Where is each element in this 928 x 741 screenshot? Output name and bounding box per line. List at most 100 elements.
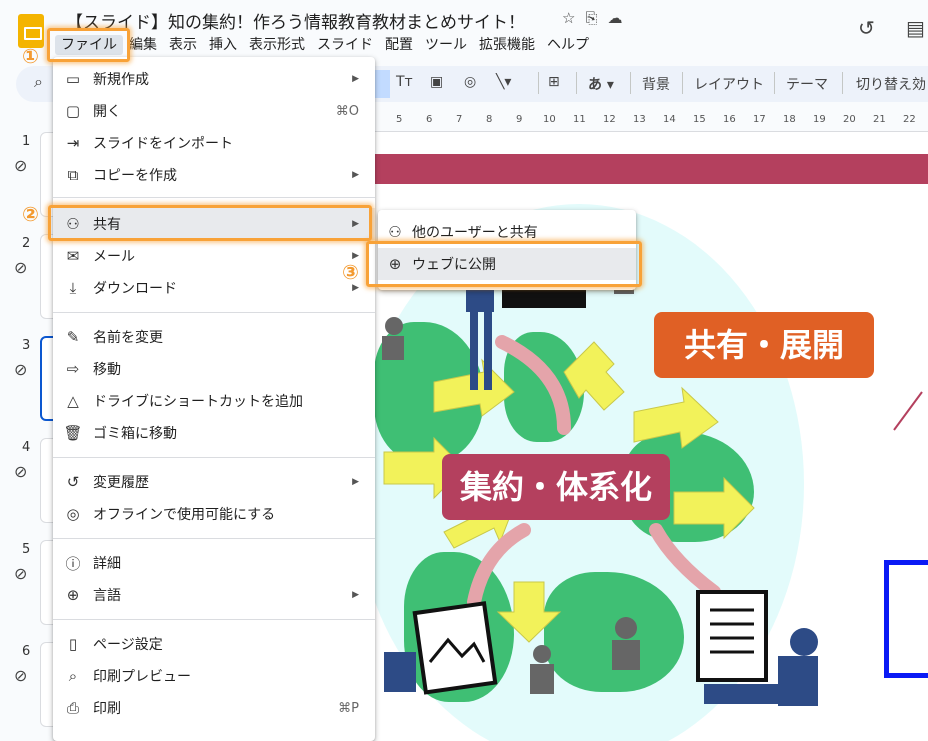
menu-item-rename[interactable]: ✎ 名前を変更 — [53, 321, 375, 353]
link-icon[interactable]: ⊘ — [14, 360, 27, 379]
menu-item-label: ゴミ箱に移動 — [93, 426, 177, 442]
cloud-status-icon[interactable]: ☁ — [607, 9, 622, 27]
menu-item-add-shortcut[interactable]: △ ドライブにショートカットを追加 — [53, 385, 375, 417]
menu-item-print[interactable]: ⎙ 印刷 ⌘P — [53, 692, 375, 724]
menu-item-import-slides[interactable]: ⇥ スライドをインポート — [53, 127, 375, 159]
horizontal-ruler[interactable]: 5 6 7 8 9 10 11 12 13 14 15 16 17 18 19 … — [374, 110, 928, 132]
title-icons: ☆ ⎘ ☁ — [562, 9, 622, 27]
history-icon: ↺ — [66, 473, 80, 491]
transition-button[interactable]: 切り替え効 — [856, 74, 926, 94]
layout-button[interactable]: レイアウト — [694, 74, 764, 94]
submenu-arrow-icon: ▶ — [352, 170, 359, 180]
move-folder-icon[interactable]: ⎘ — [585, 9, 597, 27]
menu-tools[interactable]: ツール — [419, 35, 473, 55]
slide-number: 6 — [22, 644, 31, 659]
person-body — [382, 336, 404, 360]
mail-icon: ✉ — [66, 247, 80, 265]
menu-item-print-preview[interactable]: ⌕ 印刷プレビュー — [53, 660, 375, 692]
toolbar-divider — [842, 72, 843, 94]
menu-item-make-copy[interactable]: ⧉ コピーを作成 ▶ — [53, 159, 375, 191]
star-icon[interactable]: ☆ — [562, 9, 575, 27]
menu-item-label: 印刷 — [93, 701, 121, 717]
toolbar-divider — [538, 72, 539, 94]
person-head — [615, 617, 637, 639]
step-1-marker: ① — [22, 44, 39, 68]
menu-item-label: 変更履歴 — [93, 475, 149, 491]
menu-item-email[interactable]: ✉ メール ▶ — [53, 240, 375, 272]
slides-app: 【スライド】知の集約！作ろう情報教育教材まとめサイト！ ☆ ⎘ ☁ ↺ ▤ ファ… — [0, 0, 928, 741]
submenu-arrow-icon: ▶ — [352, 590, 359, 600]
doc-title[interactable]: 【スライド】知の集約！作ろう情報教育教材まとめサイト！ — [66, 8, 525, 33]
menu-item-details[interactable]: ⓘ 詳細 — [53, 547, 375, 579]
menu-arrange[interactable]: 配置 — [379, 35, 419, 55]
menu-extensions[interactable]: 拡張機能 — [473, 35, 541, 55]
connector-arrow — [495, 335, 571, 435]
menu-item-offline[interactable]: ◎ オフラインで使用可能にする — [53, 498, 375, 530]
menu-item-page-setup[interactable]: ▯ ページ設定 — [53, 628, 375, 660]
trash-icon: 🗑 — [63, 424, 83, 442]
page-setup-icon: ▯ — [68, 635, 78, 653]
shape-icon[interactable]: ◎ — [464, 74, 476, 90]
image-icon[interactable]: ▣ — [430, 74, 443, 90]
link-icon[interactable]: ⊘ — [14, 156, 27, 175]
menu-item-trash[interactable]: 🗑 ゴミ箱に移動 — [53, 417, 375, 449]
submenu-arrow-icon: ▶ — [352, 74, 359, 84]
history-icon[interactable]: ↺ — [858, 16, 875, 40]
menu-item-open[interactable]: ▢ 開く ⌘O — [53, 95, 375, 127]
menu-item-new[interactable]: ▭ 新規作成 ▶ — [53, 63, 375, 95]
link-icon[interactable]: ⊘ — [14, 564, 27, 583]
ruler-label: 19 — [813, 114, 826, 125]
search-menus-icon[interactable]: ⌕ — [34, 72, 43, 92]
slides-logo[interactable] — [18, 14, 44, 48]
theme-button[interactable]: テーマ — [786, 74, 828, 94]
ruler-label: 12 — [603, 114, 616, 125]
link-icon[interactable]: ⊘ — [14, 666, 27, 685]
ruler-label: 6 — [426, 114, 433, 125]
desk — [704, 684, 784, 704]
ruler-label: 7 — [456, 114, 463, 125]
arrow-shape — [673, 476, 755, 540]
new-icon: ▭ — [65, 70, 81, 88]
menu-item-move[interactable]: ⇨ 移動 — [53, 353, 375, 385]
blue-frame[interactable] — [884, 560, 928, 678]
ruler-label: 5 — [396, 114, 403, 125]
arrow-shape — [563, 341, 625, 411]
ruler-label: 13 — [633, 114, 646, 125]
menu-divider — [53, 312, 375, 313]
info-icon: ⓘ — [65, 554, 81, 573]
move-icon: ⇨ — [66, 360, 80, 378]
menu-slide[interactable]: スライド — [311, 35, 379, 55]
text-box-icon[interactable]: Tт — [396, 74, 413, 90]
input-tools-button[interactable]: あ ▾ — [588, 74, 614, 94]
menu-item-download[interactable]: ⤓ ダウンロード ▶ — [53, 272, 375, 304]
background-button[interactable]: 背景 — [642, 74, 670, 94]
folder-icon: ▢ — [65, 102, 81, 120]
person-body — [612, 640, 640, 670]
step-2-marker: ② — [22, 202, 39, 226]
print-icon: ⎙ — [66, 699, 79, 717]
menu-item-label: 言語 — [93, 588, 121, 604]
toolbar-divider — [682, 72, 683, 94]
badge-share-deploy[interactable]: 共有・展開 — [654, 312, 874, 378]
person-head — [790, 628, 818, 656]
link-icon[interactable]: ⊘ — [14, 258, 27, 277]
ruler-label: 20 — [843, 114, 856, 125]
menu-view[interactable]: 表示 — [163, 35, 203, 55]
new-comment-icon[interactable]: ⊞ — [548, 74, 560, 90]
arrow-shape — [496, 581, 562, 643]
link-icon[interactable]: ⊘ — [14, 462, 27, 481]
line-icon[interactable]: ╲▾ — [496, 74, 511, 90]
globe-icon: ⊕ — [66, 586, 80, 604]
menu-item-label: ページ設定 — [93, 637, 163, 653]
menu-help[interactable]: ヘルプ — [541, 35, 595, 55]
print-preview-icon: ⌕ — [68, 667, 78, 685]
menu-item-label: 名前を変更 — [93, 330, 163, 346]
menu-item-version-history[interactable]: ↺ 変更履歴 ▶ — [53, 466, 375, 498]
menu-insert[interactable]: 挿入 — [203, 35, 243, 55]
highlight-publish — [366, 241, 642, 287]
menu-item-language[interactable]: ⊕ 言語 ▶ — [53, 579, 375, 611]
badge-aggregate[interactable]: 集約・体系化 — [442, 454, 670, 520]
copy-icon: ⧉ — [67, 166, 79, 184]
comments-icon[interactable]: ▤ — [906, 16, 925, 40]
menu-format[interactable]: 表示形式 — [243, 35, 311, 55]
